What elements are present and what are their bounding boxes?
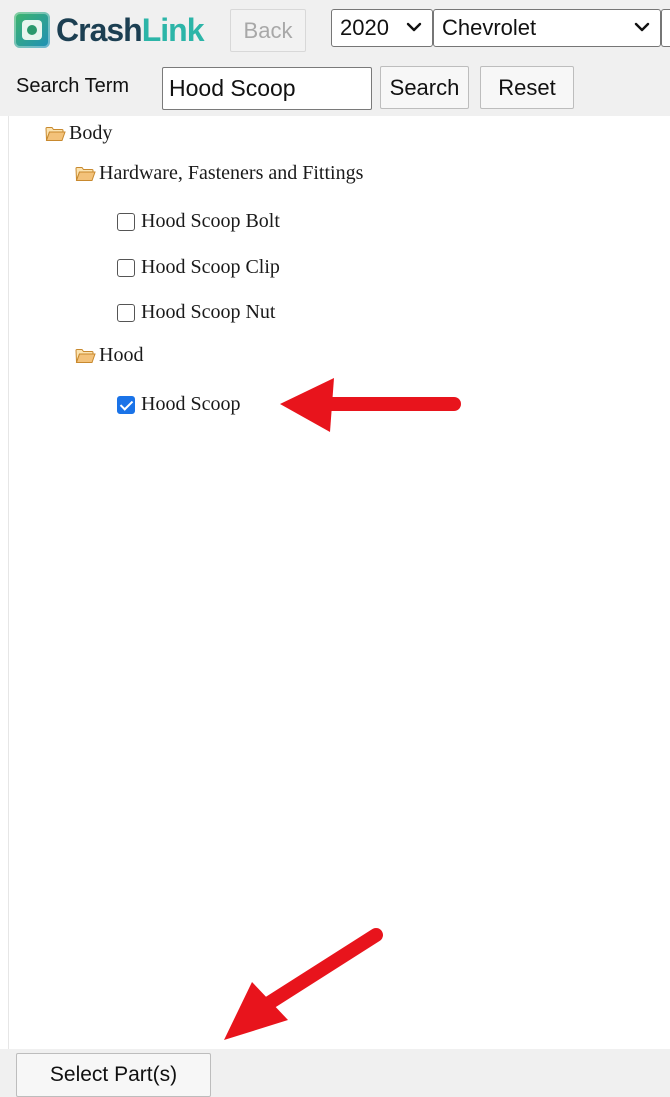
back-button-label: Back bbox=[243, 17, 293, 43]
year-select-value: 2020 bbox=[340, 15, 389, 40]
tree-folder-label: Body bbox=[69, 122, 113, 144]
folder-open-icon bbox=[75, 166, 96, 181]
model-select-partial[interactable] bbox=[661, 9, 670, 47]
logo-text-link: Link bbox=[141, 12, 205, 48]
tree-item-hood-scoop[interactable]: Hood Scoop bbox=[117, 393, 240, 416]
chevron-down-icon bbox=[406, 22, 422, 32]
logo-text: CrashLink bbox=[56, 12, 205, 48]
select-parts-button-label: Select Part(s) bbox=[49, 1063, 178, 1086]
reset-button-label: Reset bbox=[498, 74, 556, 100]
checkbox-hood-scoop-clip[interactable] bbox=[117, 258, 135, 277]
top-toolbar: CrashLink Back 2020 Chevrolet bbox=[0, 0, 670, 63]
tree-item-label: Hood Scoop Bolt bbox=[141, 210, 280, 232]
reset-button[interactable]: Reset bbox=[480, 66, 574, 109]
tree-folder-label: Hood bbox=[99, 344, 144, 366]
chevron-down-icon bbox=[634, 22, 650, 32]
parts-tree: Body Hardware, Fasteners and Fittings Ho… bbox=[8, 116, 670, 1049]
tree-item-hood-scoop-nut[interactable]: Hood Scoop Nut bbox=[117, 301, 275, 324]
folder-open-icon bbox=[75, 348, 96, 363]
crashlink-logo-icon bbox=[14, 12, 50, 48]
tree-item-label: Hood Scoop Nut bbox=[141, 301, 276, 323]
crashlink-logo: CrashLink bbox=[14, 8, 205, 52]
checkbox-hood-scoop-nut[interactable] bbox=[117, 303, 135, 322]
make-select[interactable]: Chevrolet bbox=[433, 9, 661, 47]
search-input[interactable] bbox=[162, 67, 372, 110]
tree-folder-body[interactable]: Body bbox=[45, 122, 112, 145]
tree-folder-hardware[interactable]: Hardware, Fasteners and Fittings bbox=[75, 162, 363, 185]
tree-folder-label: Hardware, Fasteners and Fittings bbox=[99, 162, 364, 184]
search-button[interactable]: Search bbox=[380, 66, 469, 109]
tree-item-hood-scoop-clip[interactable]: Hood Scoop Clip bbox=[117, 256, 280, 279]
checkbox-hood-scoop[interactable] bbox=[117, 395, 135, 414]
select-parts-button[interactable]: Select Part(s) bbox=[16, 1053, 211, 1097]
year-select[interactable]: 2020 bbox=[331, 9, 433, 47]
back-button[interactable]: Back bbox=[230, 9, 306, 52]
checkbox-hood-scoop-bolt[interactable] bbox=[117, 212, 135, 231]
folder-open-icon bbox=[45, 126, 66, 141]
logo-text-crash: Crash bbox=[56, 12, 143, 48]
make-select-value: Chevrolet bbox=[442, 15, 537, 40]
search-term-label: Search Term bbox=[16, 75, 130, 97]
search-button-label: Search bbox=[389, 74, 460, 100]
tree-folder-hood[interactable]: Hood bbox=[75, 344, 143, 367]
tree-item-label: Hood Scoop bbox=[141, 393, 241, 415]
tree-item-hood-scoop-bolt[interactable]: Hood Scoop Bolt bbox=[117, 210, 280, 233]
tree-item-label: Hood Scoop Clip bbox=[141, 256, 280, 278]
